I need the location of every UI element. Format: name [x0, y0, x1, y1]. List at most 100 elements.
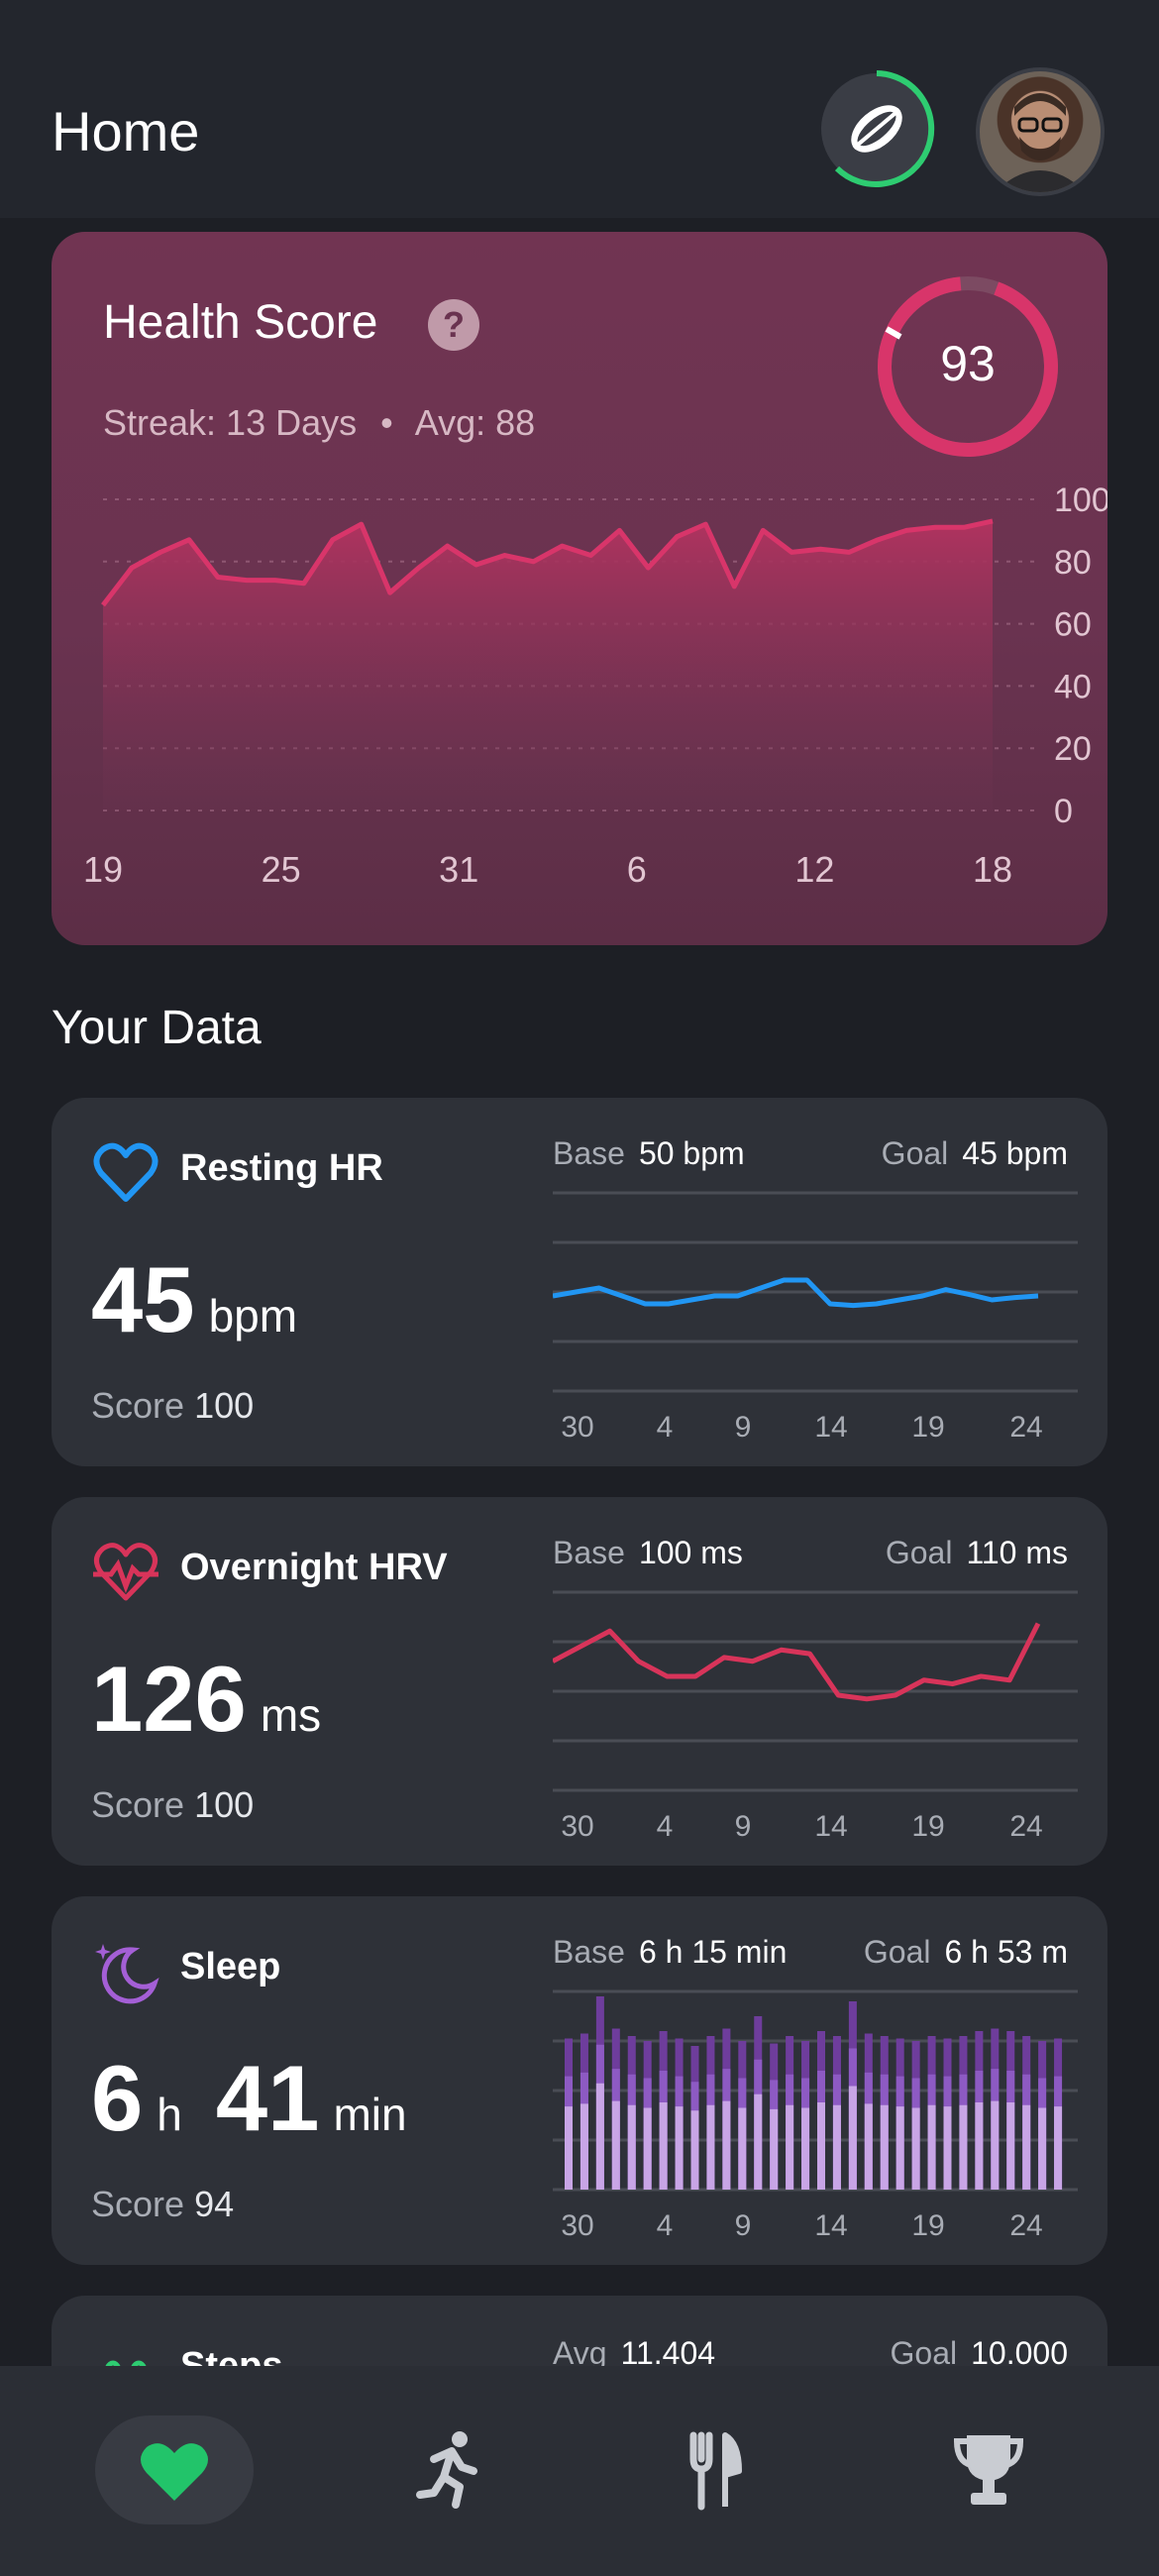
score-value: 100	[194, 1784, 255, 1825]
nav-activity-tab[interactable]	[365, 2415, 523, 2524]
sleep-bar-light	[659, 2102, 668, 2190]
goal-label: Goal	[863, 1934, 931, 1970]
resting-hr-card[interactable]: Resting HR 45 bpm Score 100 Base 50 bpm Go…	[52, 1098, 1107, 1466]
help-icon[interactable]: ?	[428, 299, 479, 351]
sleep-bar-light	[690, 2110, 699, 2190]
heart-pulse-icon	[93, 1543, 158, 1601]
goal-value: 6 h 53 m	[944, 1934, 1068, 1970]
resting-hr-number: 45	[91, 1247, 195, 1351]
nav-health-tab[interactable]	[95, 2415, 254, 2524]
goal-value: 110 ms	[966, 1535, 1068, 1570]
goal-label: Goal	[885, 1535, 953, 1570]
sleep-bar	[817, 2031, 825, 2190]
x-tick-label: 31	[439, 849, 478, 890]
x-tick-label: 9	[735, 1810, 752, 1843]
resting-hr-score: Score 100	[91, 1385, 254, 1427]
hrv-unit: ms	[260, 1689, 322, 1741]
x-tick-label: 30	[561, 1411, 593, 1444]
series-line	[553, 1622, 1041, 1702]
sleep-bar-light	[706, 2104, 715, 2190]
sleep-bar	[1054, 2038, 1063, 2190]
sleep-bar	[1006, 2031, 1015, 2190]
avatar[interactable]	[976, 67, 1105, 196]
x-tick-label: 9	[735, 2209, 752, 2242]
x-tick-label: 24	[1009, 1411, 1042, 1444]
x-tick-label: 30	[561, 1810, 593, 1843]
resting-hr-base: Base 50 bpm	[553, 1135, 745, 1172]
sleep-bar	[627, 2036, 636, 2190]
hrv-value: 126 ms	[91, 1646, 321, 1753]
bottom-navigation	[0, 2366, 1159, 2576]
sleep-bar-light	[786, 2104, 794, 2190]
x-tick-label: 9	[735, 1411, 752, 1444]
sleep-bar-light	[580, 2103, 588, 2190]
sleep-title: Sleep	[180, 1946, 281, 1987]
sleep-bar	[706, 2036, 715, 2190]
sleep-bar-light	[1038, 2107, 1047, 2190]
sleep-bar	[896, 2038, 904, 2190]
score-value: 94	[194, 2184, 235, 2224]
sleep-bar	[975, 2031, 984, 2190]
sleep-bar	[864, 2033, 873, 2190]
sleep-bar-light	[991, 2100, 1000, 2190]
sleep-bar-light	[611, 2100, 620, 2190]
sleep-bar-light	[959, 2104, 968, 2190]
hrv-score: Score 100	[91, 1784, 254, 1826]
sleep-bar-light	[832, 2104, 841, 2190]
strain-ring-button[interactable]	[817, 69, 936, 188]
sleep-bar	[595, 1996, 604, 2190]
health-score-title: Health Score	[103, 296, 378, 349]
nav-nutrition-tab[interactable]	[634, 2415, 792, 2524]
sleep-bar-light	[1054, 2106, 1063, 2190]
heart-icon	[141, 2443, 208, 2501]
sleep-card[interactable]: Sleep 6 h 41 min Score 94 Base 6 h 15 min Go…	[52, 1896, 1107, 2265]
sleep-bar-light	[943, 2106, 952, 2190]
sleep-bar	[832, 2036, 841, 2190]
sleep-bar	[675, 2038, 684, 2190]
x-tick-label: 14	[814, 1810, 847, 1843]
base-value: 100 ms	[638, 1535, 743, 1570]
score-label: Score	[91, 1784, 185, 1825]
sleep-bar-light	[927, 2104, 936, 2190]
health-score-chart: 0 20 40 60 80 100 19 25 31 6 12 18	[83, 482, 1107, 890]
sleep-bar-light	[911, 2107, 920, 2190]
health-score-card[interactable]: Health Score ? Streak: 13 Days • Avg: 88…	[52, 232, 1107, 945]
sleep-bar	[722, 2028, 731, 2190]
sleep-base: Base 6 h 15 min	[553, 1934, 787, 1971]
fork-knife-icon	[689, 2431, 742, 2511]
resting-hr-unit: bpm	[208, 1290, 298, 1342]
sleep-bar-light	[770, 2108, 779, 2190]
sleep-bar-light	[1006, 2102, 1015, 2190]
nav-achievements-tab[interactable]	[909, 2415, 1068, 2524]
sleep-bar	[943, 2038, 952, 2190]
sleep-hours-unit: h	[157, 2089, 182, 2140]
hrv-base: Base 100 ms	[553, 1535, 743, 1571]
hrv-chart: 30 4 9 14 19 24	[553, 1590, 1078, 1843]
x-tick-label: 4	[657, 1810, 674, 1843]
running-icon	[416, 2431, 477, 2509]
sleep-bar-light	[1022, 2104, 1031, 2190]
sleep-bar	[991, 2028, 1000, 2190]
score-label: Score	[91, 1385, 185, 1426]
sleep-bar-light	[565, 2106, 573, 2190]
sleep-bar	[738, 2041, 747, 2190]
sleep-bar	[801, 2041, 810, 2190]
x-tick-label: 12	[794, 849, 834, 890]
base-value: 6 h 15 min	[638, 1934, 788, 1970]
y-tick-label: 80	[1054, 544, 1092, 582]
sleep-score: Score 94	[91, 2184, 234, 2225]
sleep-bar-light	[675, 2106, 684, 2190]
sleep-bar	[770, 2043, 779, 2190]
sleep-bar	[1022, 2036, 1031, 2190]
resting-hr-value: 45 bpm	[91, 1246, 297, 1353]
sleep-chart: 30 4 9 14 19 24	[553, 1989, 1078, 2242]
hrv-card[interactable]: Overnight HRV 126 ms Score 100 Base 100 ms…	[52, 1497, 1107, 1866]
sleep-bar-light	[864, 2103, 873, 2190]
sleep-bar-light	[848, 2086, 857, 2190]
resting-hr-chart: 30 4 9 14 19 24	[553, 1191, 1078, 1444]
sleep-bar-light	[595, 2083, 604, 2190]
sleep-bar	[611, 2028, 620, 2190]
sleep-bar-light	[722, 2100, 731, 2190]
page-title: Home	[52, 100, 200, 162]
sleep-bar	[659, 2031, 668, 2190]
